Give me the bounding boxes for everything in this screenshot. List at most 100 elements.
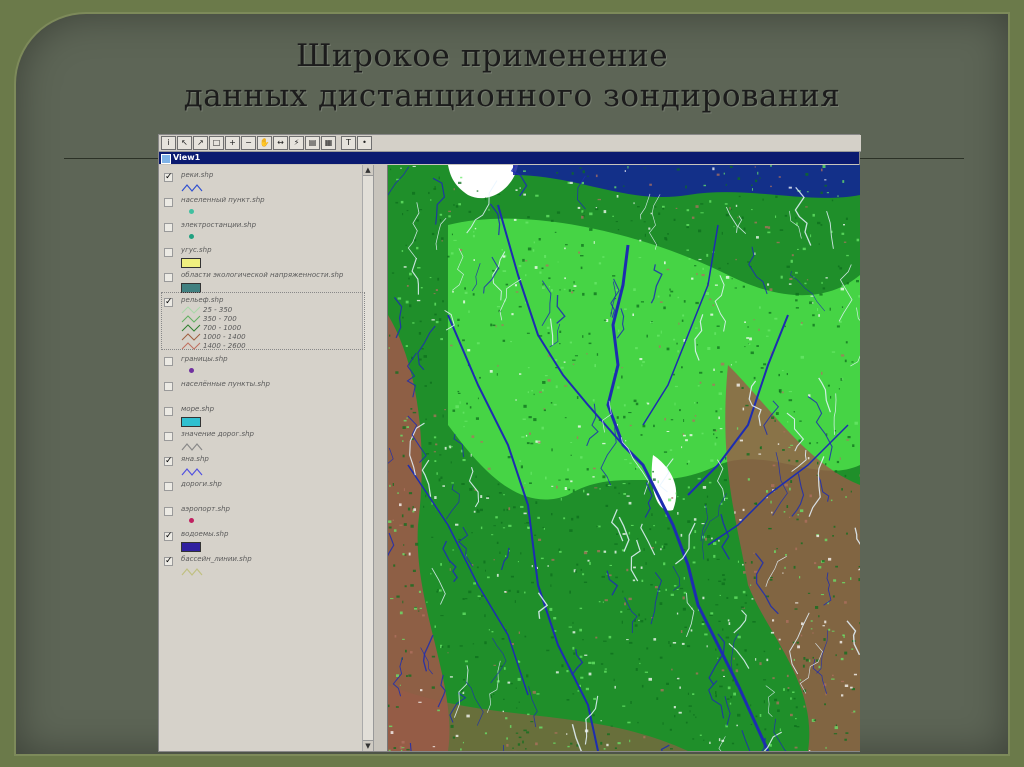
terrain-texture [785, 554, 787, 556]
terrain-texture [772, 619, 775, 622]
area-tool-icon[interactable]: ▦ [321, 136, 336, 150]
legend-layer[interactable]: море.shp [159, 405, 363, 429]
terrain-texture [391, 272, 395, 274]
layer-visibility-checkbox[interactable] [164, 382, 173, 391]
layer-visibility-checkbox[interactable] [164, 482, 173, 491]
terrain-texture [705, 292, 709, 295]
legend-layer[interactable]: ✓ бассейн_линии.shp [159, 555, 363, 579]
layer-visibility-checkbox[interactable] [164, 198, 173, 207]
layer-visibility-checkbox[interactable] [164, 432, 173, 441]
layer-visibility-checkbox[interactable]: ✓ [164, 173, 173, 182]
legend-layer[interactable]: границы.shp [159, 355, 363, 379]
layer-visibility-checkbox[interactable] [164, 357, 173, 366]
pointer-tool-icon[interactable]: ↖ [177, 136, 192, 150]
terrain-texture [622, 533, 626, 535]
terrain-texture [452, 290, 454, 293]
legend-layer[interactable]: аэропорт.shp [159, 505, 363, 529]
label-tool-icon[interactable]: ▤ [305, 136, 320, 150]
terrain-texture [845, 496, 847, 498]
legend-layer[interactable]: населенный пункт.shp [159, 196, 363, 220]
terrain-texture [500, 521, 503, 524]
terrain-texture [792, 691, 795, 693]
relief-class-entry: 700 - 1000 [181, 324, 241, 332]
terrain-texture [791, 254, 794, 257]
terrain-texture [450, 446, 453, 448]
terrain-texture [510, 341, 512, 343]
terrain-texture [564, 247, 566, 250]
terrain-texture [839, 267, 843, 270]
legend-layer[interactable]: населённые пункты.shp [159, 380, 363, 404]
legend-layer[interactable]: ✓ рельеф.shp 25 - 350 350 - 700 700 - 1000 10… [159, 296, 363, 354]
terrain-texture [668, 478, 671, 480]
satellite-map[interactable] [387, 165, 860, 751]
terrain-texture [733, 225, 735, 228]
terrain-texture [818, 314, 820, 317]
terrain-texture [771, 484, 775, 487]
terrain-texture [737, 216, 739, 219]
terrain-texture [744, 602, 747, 604]
terrain-texture [669, 288, 671, 291]
legend-layer[interactable]: ✓ реки.shp [159, 171, 363, 195]
layer-visibility-checkbox[interactable] [164, 407, 173, 416]
layer-visibility-checkbox[interactable]: ✓ [164, 557, 173, 566]
terrain-texture [461, 483, 465, 485]
terrain-texture [696, 273, 698, 276]
layer-visibility-checkbox[interactable]: ✓ [164, 298, 173, 307]
terrain-texture [851, 712, 854, 714]
terrain-texture [692, 693, 695, 695]
legend-layer[interactable]: угус.shp [159, 246, 363, 270]
terrain-texture [566, 670, 569, 673]
terrain-texture [491, 534, 494, 536]
terrain-texture [719, 594, 721, 596]
terrain-texture [838, 388, 840, 390]
text-tool-icon[interactable]: T [341, 136, 356, 150]
terrain-texture [434, 186, 436, 189]
terrain-texture [795, 271, 798, 274]
legend-layer[interactable]: значение дорог.shp [159, 430, 363, 454]
terrain-texture [692, 738, 695, 740]
vertex-tool-icon[interactable]: ↗ [193, 136, 208, 150]
layer-visibility-checkbox[interactable]: ✓ [164, 457, 173, 466]
zoom-out-icon[interactable]: − [241, 136, 256, 150]
layer-visibility-checkbox[interactable] [164, 248, 173, 257]
terrain-texture [851, 648, 854, 650]
terrain-texture [803, 705, 806, 708]
measure-icon[interactable]: ↔ [273, 136, 288, 150]
terrain-texture [573, 285, 577, 287]
terrain-texture [799, 679, 802, 681]
relief-class-entry: 350 - 700 [181, 315, 237, 323]
view-window-titlebar[interactable]: View1 [159, 152, 859, 164]
legend-layer[interactable]: электростанции.shp [159, 221, 363, 245]
terrain-texture [841, 694, 844, 697]
terrain-texture [495, 516, 498, 519]
layer-visibility-checkbox[interactable] [164, 273, 173, 282]
terrain-texture [699, 381, 702, 384]
terrain-texture [753, 552, 755, 554]
terrain-texture [490, 695, 492, 698]
terrain-texture [648, 227, 651, 230]
pan-hand-icon[interactable]: ✋ [257, 136, 272, 150]
terrain-texture [788, 399, 793, 402]
scroll-down-icon[interactable]: ▼ [363, 740, 373, 751]
layer-visibility-checkbox[interactable]: ✓ [164, 532, 173, 541]
relief-class-line [181, 333, 201, 341]
legend-layer[interactable]: ✓ водоемы.shp [159, 530, 363, 554]
terrain-texture [767, 329, 771, 332]
legend-layer[interactable]: ✓ яна.shp [159, 455, 363, 479]
terrain-texture [793, 658, 795, 661]
info-tool-icon[interactable]: i [161, 136, 176, 150]
layer-visibility-checkbox[interactable] [164, 223, 173, 232]
terrain-texture [412, 569, 416, 572]
hotlink-icon[interactable]: ⚡ [289, 136, 304, 150]
terrain-texture [583, 581, 588, 583]
select-tool-icon[interactable]: □ [209, 136, 224, 150]
layer-visibility-checkbox[interactable] [164, 507, 173, 516]
terrain-texture [578, 251, 581, 254]
scroll-up-icon[interactable]: ▲ [363, 165, 373, 176]
legend-scrollbar[interactable]: ▲ ▼ [362, 165, 373, 751]
draw-tool-icon[interactable]: • [357, 136, 372, 150]
zoom-in-icon[interactable]: + [225, 136, 240, 150]
legend-layer[interactable]: дороги.shp [159, 480, 363, 504]
terrain-texture [800, 634, 803, 637]
terrain-texture [822, 165, 826, 168]
